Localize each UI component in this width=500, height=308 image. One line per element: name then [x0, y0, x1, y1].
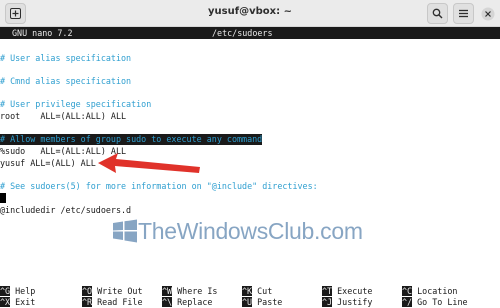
nano-header-bar: GNU nano 7.2 /etc/sudoers — [0, 27, 500, 39]
search-icon[interactable] — [427, 3, 448, 24]
file-line: @includedir /etc/sudoers.d — [0, 205, 132, 215]
shortcut-execute[interactable]: ^T Execute — [322, 286, 372, 297]
terminal-area[interactable]: GNU nano 7.2 /etc/sudoers # User alias s… — [0, 27, 500, 308]
close-icon[interactable] — [478, 3, 498, 24]
file-line: %sudo ALL=(ALL:ALL) ALL — [0, 146, 127, 156]
nano-filename: /etc/sudoers — [212, 28, 273, 38]
menu-icon[interactable] — [453, 3, 474, 24]
search-icon-graphic — [432, 8, 443, 19]
shortcut-read-file[interactable]: ^R Read File — [82, 297, 143, 308]
text-cursor — [0, 193, 6, 203]
windows-logo-icon — [113, 219, 137, 243]
shortcut-replace[interactable]: ^\ Replace — [162, 297, 212, 308]
file-line: yusuf ALL=(ALL) ALL — [0, 158, 96, 168]
shortcut-help[interactable]: ^G Help — [0, 286, 35, 297]
nano-version: GNU nano 7.2 — [12, 28, 73, 38]
shortcut-paste[interactable]: ^U Paste — [242, 297, 282, 308]
file-line: # User privilege specification — [0, 99, 152, 109]
window-title: yusuf@vbox: ~ — [208, 6, 292, 17]
shortcut-location[interactable]: ^C Location — [402, 286, 457, 297]
menu-icon-graphic — [459, 9, 468, 18]
shortcut-cut[interactable]: ^K Cut — [242, 286, 272, 297]
file-line: root ALL=(ALL:ALL) ALL — [0, 111, 127, 121]
close-icon-graphic — [481, 7, 495, 20]
watermark-text: TheWindowsClub.com — [138, 217, 363, 244]
file-line-selected: # Allow members of group sudo to execute… — [0, 134, 263, 145]
shortcut-bar: ^G Help ^O Write Out ^W Where Is ^K Cut … — [0, 286, 500, 308]
shortcut-write-out[interactable]: ^O Write Out — [82, 286, 143, 297]
shortcut-go-to-line[interactable]: ^/ Go To Line — [402, 297, 468, 308]
shortcut-justify[interactable]: ^J Justify — [322, 297, 372, 308]
watermark: TheWindowsClub.com — [112, 217, 363, 245]
window-titlebar: yusuf@vbox: ~ — [0, 0, 500, 27]
shortcut-where-is[interactable]: ^W Where Is — [162, 286, 217, 297]
shortcut-exit[interactable]: ^X Exit — [0, 297, 35, 308]
file-line: # User alias specification — [0, 53, 132, 63]
file-line: # Cmnd alias specification — [0, 76, 132, 86]
file-line: # See sudoers(5) for more information on… — [0, 181, 318, 191]
